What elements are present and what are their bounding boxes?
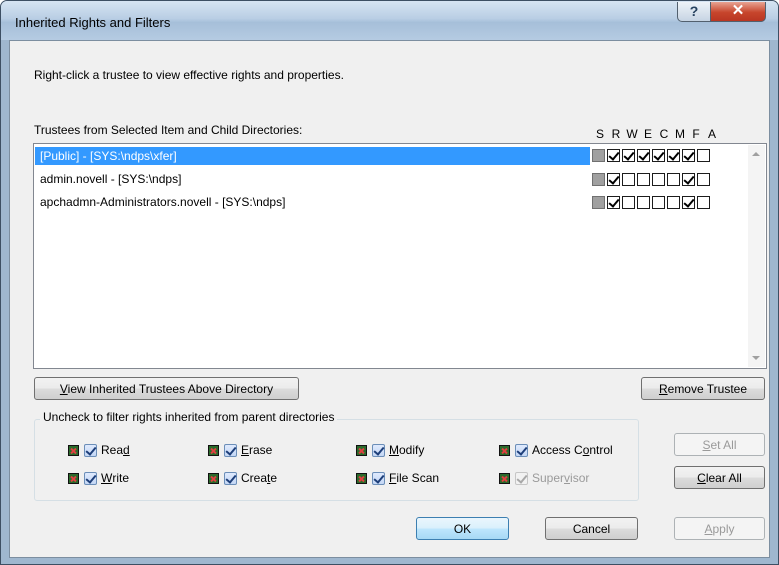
scroll-up-icon[interactable] bbox=[752, 152, 760, 156]
trustees-list[interactable]: [Public] - [SYS:\ndps\xfer] admin.novell… bbox=[33, 143, 767, 369]
filter-erase[interactable]: Erase bbox=[208, 443, 272, 457]
write-checkbox[interactable] bbox=[84, 471, 97, 485]
rights-col-s: S bbox=[595, 127, 604, 141]
filter-supervisor: Super v isor bbox=[499, 471, 589, 485]
scroll-down-icon[interactable] bbox=[752, 356, 760, 360]
trustee-name: [Public] - [SYS:\ndps\xfer] bbox=[40, 149, 177, 163]
right-checkbox-a[interactable] bbox=[697, 173, 710, 186]
filter-file-scan[interactable]: File Scan bbox=[356, 471, 439, 485]
file-scan-checkbox[interactable] bbox=[372, 471, 385, 485]
right-checkbox-f[interactable] bbox=[682, 196, 695, 209]
inherited-icon bbox=[68, 444, 79, 456]
right-checkbox-e[interactable] bbox=[637, 196, 650, 209]
inherited-icon bbox=[356, 444, 367, 456]
right-checkbox-a[interactable] bbox=[697, 149, 710, 162]
trustee-row[interactable]: apchadmn-Administrators.novell - [SYS:\n… bbox=[35, 193, 590, 211]
filter-group-title: Uncheck to filter rights inherited from … bbox=[40, 410, 338, 424]
rights-col-w: W bbox=[626, 127, 638, 141]
trustee-row[interactable]: admin.novell - [SYS:\ndps] bbox=[35, 170, 590, 188]
trustee-rights bbox=[592, 173, 710, 186]
rights-col-r: R bbox=[611, 127, 621, 141]
inherited-icon bbox=[356, 472, 367, 484]
create-checkbox[interactable] bbox=[224, 471, 237, 485]
filter-groupbox bbox=[34, 419, 639, 501]
filter-read[interactable]: Rea d bbox=[68, 443, 130, 457]
right-checkbox-r[interactable] bbox=[607, 173, 620, 186]
trustee-row[interactable]: [Public] - [SYS:\ndps\xfer] bbox=[35, 147, 590, 165]
trustee-rights bbox=[592, 196, 710, 209]
list-scrollbar[interactable] bbox=[748, 145, 765, 367]
close-icon: ✕ bbox=[731, 2, 745, 19]
rights-col-f: F bbox=[692, 127, 700, 141]
supervisor-checkbox bbox=[515, 471, 528, 485]
filter-write[interactable]: Write bbox=[68, 471, 129, 485]
right-checkbox-r[interactable] bbox=[607, 196, 620, 209]
trustees-heading: Trustees from Selected Item and Child Di… bbox=[34, 123, 303, 137]
right-checkbox-r[interactable] bbox=[607, 149, 620, 162]
right-checkbox-w[interactable] bbox=[622, 196, 635, 209]
inherited-icon bbox=[208, 472, 219, 484]
inherited-icon bbox=[499, 472, 510, 484]
view-inherited-trustees-button[interactable]: View Inherited Trustees Above Directory bbox=[34, 377, 299, 400]
filter-access-control[interactable]: Access Co ntrol bbox=[499, 443, 613, 457]
right-checkbox-a[interactable] bbox=[697, 196, 710, 209]
right-checkbox-s[interactable] bbox=[592, 173, 605, 186]
close-button[interactable]: ✕ bbox=[710, 2, 766, 22]
right-checkbox-m[interactable] bbox=[667, 173, 680, 186]
filter-modify[interactable]: Modify bbox=[356, 443, 424, 457]
right-checkbox-s[interactable] bbox=[592, 196, 605, 209]
help-icon: ? bbox=[689, 3, 699, 19]
right-checkbox-w[interactable] bbox=[622, 149, 635, 162]
rights-column-headers: S R W E C M F A bbox=[592, 127, 720, 141]
help-button[interactable]: ? bbox=[677, 2, 711, 22]
trustee-name: apchadmn-Administrators.novell - [SYS:\n… bbox=[40, 195, 286, 209]
right-checkbox-e[interactable] bbox=[637, 149, 650, 162]
right-checkbox-e[interactable] bbox=[637, 173, 650, 186]
read-checkbox[interactable] bbox=[84, 443, 97, 457]
right-checkbox-m[interactable] bbox=[667, 149, 680, 162]
trustee-rights bbox=[592, 149, 710, 162]
inherited-icon bbox=[208, 444, 219, 456]
right-checkbox-s[interactable] bbox=[592, 149, 605, 162]
rights-col-a: A bbox=[707, 127, 716, 141]
inherited-icon bbox=[68, 472, 79, 484]
remove-trustee-button[interactable]: Remove Trustee bbox=[641, 377, 765, 400]
title-bar[interactable]: Inherited Rights and Filters ? ✕ bbox=[1, 1, 778, 40]
right-checkbox-c[interactable] bbox=[652, 149, 665, 162]
right-checkbox-f[interactable] bbox=[682, 173, 695, 186]
access-control-checkbox[interactable] bbox=[515, 443, 528, 457]
apply-button: Apply bbox=[674, 517, 765, 540]
set-all-button: Set All bbox=[674, 433, 765, 456]
rights-col-m: M bbox=[675, 127, 685, 141]
right-checkbox-f[interactable] bbox=[682, 149, 695, 162]
right-checkbox-w[interactable] bbox=[622, 173, 635, 186]
filter-create[interactable]: Crea t e bbox=[208, 471, 277, 485]
cancel-button[interactable]: Cancel bbox=[545, 517, 638, 540]
right-checkbox-c[interactable] bbox=[652, 196, 665, 209]
instructions-text: Right-click a trustee to view effective … bbox=[34, 68, 344, 82]
rights-col-c: C bbox=[659, 127, 669, 141]
right-checkbox-m[interactable] bbox=[667, 196, 680, 209]
trustee-name: admin.novell - [SYS:\ndps] bbox=[40, 172, 182, 186]
window-title: Inherited Rights and Filters bbox=[15, 15, 171, 30]
clear-all-button[interactable]: Clear All bbox=[674, 466, 765, 489]
inherited-icon bbox=[499, 444, 510, 456]
modify-checkbox[interactable] bbox=[372, 443, 385, 457]
erase-checkbox[interactable] bbox=[224, 443, 237, 457]
rights-col-e: E bbox=[643, 127, 652, 141]
ok-button[interactable]: OK bbox=[416, 517, 509, 540]
right-checkbox-c[interactable] bbox=[652, 173, 665, 186]
